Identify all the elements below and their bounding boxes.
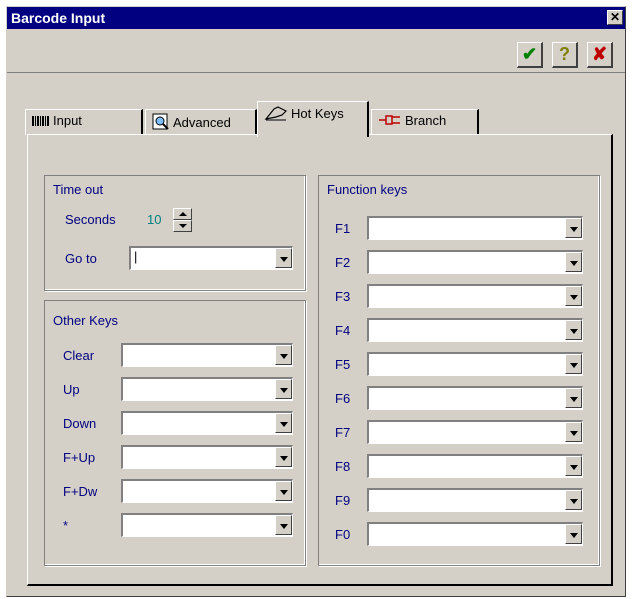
chevron-down-icon[interactable] [275, 515, 292, 535]
chevron-down-icon[interactable] [565, 456, 582, 476]
key-label: F7 [335, 425, 351, 440]
hot-keys-panel: Time out Seconds 10 Go to | Other Keys C… [27, 134, 613, 586]
chevron-down-icon[interactable] [565, 320, 582, 340]
key-combo[interactable] [121, 513, 293, 537]
key-combo[interactable] [367, 352, 583, 376]
tab-branch[interactable]: Branch [371, 109, 479, 135]
key-combo[interactable] [121, 411, 293, 435]
function-keys-group: Function keys F1 F2 F3 F4 F5 F6 F7 F8 F9 F0 [318, 175, 600, 566]
key-combo[interactable] [367, 522, 583, 546]
chevron-down-icon[interactable] [565, 286, 582, 306]
tab-hot-keys-label: Hot Keys [291, 105, 344, 121]
key-combo[interactable] [367, 420, 583, 444]
chevron-down-icon[interactable] [565, 252, 582, 272]
key-label: Up [63, 382, 80, 397]
branch-icon [378, 114, 402, 129]
key-combo[interactable] [121, 377, 293, 401]
tab-advanced[interactable]: Advanced [145, 109, 257, 135]
timeout-group-title: Time out [53, 182, 104, 197]
key-label: F9 [335, 493, 351, 508]
window-title: Barcode Input [11, 10, 106, 26]
key-label: F5 [335, 357, 351, 372]
key-label: F+Up [63, 450, 96, 465]
chevron-down-icon[interactable] [275, 481, 292, 501]
chevron-down-icon[interactable] [565, 218, 582, 238]
key-label: Down [63, 416, 97, 431]
barcode-icon [32, 114, 50, 129]
key-label: F4 [335, 323, 351, 338]
chevron-down-icon[interactable] [565, 422, 582, 442]
timeout-group: Time out Seconds 10 Go to | [44, 175, 306, 291]
key-combo[interactable] [367, 216, 583, 240]
tab-branch-label: Branch [405, 113, 447, 128]
key-combo[interactable] [367, 488, 583, 512]
spinner-up-icon[interactable] [173, 208, 192, 220]
ok-button[interactable]: ✔ [517, 42, 543, 68]
tab-input-label: Input [53, 113, 82, 128]
spinner-down-icon[interactable] [173, 220, 192, 232]
tab-advanced-label: Advanced [173, 114, 231, 130]
seconds-label: Seconds [65, 212, 116, 227]
function-keys-group-title: Function keys [327, 182, 408, 197]
chevron-down-icon[interactable] [565, 354, 582, 374]
tab-hot-keys[interactable]: Hot Keys [257, 101, 369, 137]
key-label: F3 [335, 289, 351, 304]
tab-strip: Input Advanced Hot Keys Branch [25, 101, 585, 137]
key-combo[interactable] [367, 250, 583, 274]
close-icon[interactable]: ✕ [607, 10, 623, 25]
goto-caret: | [134, 249, 138, 264]
hand-icon [264, 105, 288, 124]
chevron-down-icon[interactable] [275, 413, 292, 433]
toolbar: ✔ ? ✘ [7, 29, 625, 73]
key-combo[interactable] [121, 479, 293, 503]
goto-combo[interactable]: | [129, 246, 293, 270]
chevron-down-icon[interactable] [565, 490, 582, 510]
other-keys-group: Other Keys Clear Up Down F+Up F+Dw * [44, 300, 306, 566]
chevron-down-icon[interactable] [565, 524, 582, 544]
other-keys-group-title: Other Keys [53, 313, 119, 328]
key-combo[interactable] [367, 454, 583, 478]
key-label: F1 [335, 221, 351, 236]
key-combo[interactable] [121, 343, 293, 367]
help-button[interactable]: ? [552, 42, 578, 68]
key-label: F0 [335, 527, 351, 542]
barcode-input-dialog: Barcode Input ✕ ✔ ? ✘ Input Advanced Hot… [6, 6, 626, 597]
chevron-down-icon[interactable] [565, 388, 582, 408]
tab-input[interactable]: Input [25, 109, 143, 135]
magnifier-icon [152, 113, 170, 134]
key-label: F8 [335, 459, 351, 474]
title-bar: Barcode Input ✕ [7, 7, 625, 29]
key-label: F2 [335, 255, 351, 270]
seconds-spinner[interactable] [173, 208, 192, 232]
key-label: F+Dw [63, 484, 98, 499]
key-label: * [63, 518, 69, 533]
chevron-down-icon[interactable] [275, 379, 292, 399]
key-label: Clear [63, 348, 95, 363]
seconds-value: 10 [147, 212, 162, 227]
chevron-down-icon[interactable] [275, 447, 292, 467]
cancel-button[interactable]: ✘ [587, 42, 613, 68]
key-combo[interactable] [121, 445, 293, 469]
key-combo[interactable] [367, 318, 583, 342]
chevron-down-icon[interactable] [275, 345, 292, 365]
key-combo[interactable] [367, 284, 583, 308]
key-combo[interactable] [367, 386, 583, 410]
goto-label: Go to [65, 251, 97, 266]
chevron-down-icon[interactable] [275, 248, 292, 268]
key-label: F6 [335, 391, 351, 406]
